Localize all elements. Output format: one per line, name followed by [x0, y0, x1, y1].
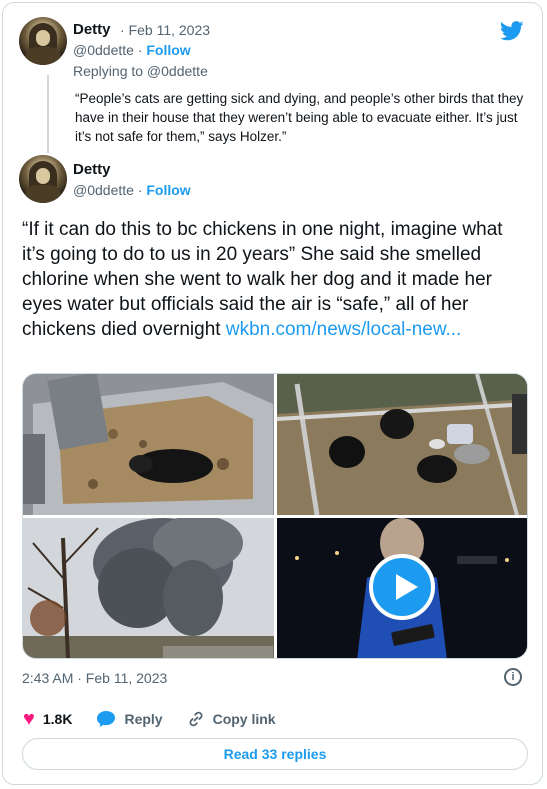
follow-button[interactable]: Follow [146, 42, 190, 58]
tweet-text: “If it can do this to bc chickens in one… [22, 217, 527, 342]
article-link[interactable]: wkbn.com/news/local-new... [226, 319, 462, 340]
copy-link-label: Copy link [212, 711, 276, 727]
photo-smoke-plume[interactable] [23, 518, 274, 658]
tweet-timestamp[interactable]: 2:43 AM · Feb 11, 2023 [22, 670, 167, 686]
reply-button[interactable]: Reply [96, 710, 163, 728]
media-grid [22, 373, 528, 659]
photo-dead-chicken-coop[interactable] [23, 374, 274, 515]
author-handle[interactable]: @0ddette [73, 42, 134, 58]
author-name[interactable]: Detty [73, 21, 111, 38]
copy-link-button[interactable]: Copy link [187, 710, 276, 728]
embedded-tweet-card: Detty · Feb 11, 2023 @0ddette · Follow R… [2, 2, 543, 785]
photo-chickens-in-run[interactable] [277, 374, 527, 515]
replying-to[interactable]: Replying to @0ddette [73, 63, 208, 79]
author-name[interactable]: Detty [73, 161, 111, 178]
info-icon[interactable]: i [504, 668, 522, 686]
play-icon[interactable] [369, 554, 435, 620]
tweet-actions: ♥ 1.8K Reply Copy link [23, 709, 300, 729]
author-handle[interactable]: @0ddette [73, 182, 134, 198]
link-icon [189, 711, 203, 727]
thread-connector [47, 75, 49, 153]
avatar[interactable] [19, 155, 67, 203]
reply-label: Reply [124, 711, 163, 727]
tweet-date[interactable]: · Feb 11, 2023 [120, 22, 210, 38]
parent-tweet-text: “People’s cats are getting sick and dyin… [75, 91, 524, 144]
like-count: 1.8K [42, 711, 73, 727]
twitter-bird-icon[interactable] [500, 21, 524, 41]
video-news-report[interactable] [277, 518, 527, 658]
follow-button[interactable]: Follow [146, 182, 190, 198]
reply-bubble-icon [97, 711, 116, 727]
read-replies-button[interactable]: Read 33 replies [22, 738, 528, 770]
heart-icon: ♥ [23, 708, 35, 730]
avatar[interactable] [19, 17, 67, 65]
like-button[interactable]: ♥ 1.8K [23, 709, 72, 729]
